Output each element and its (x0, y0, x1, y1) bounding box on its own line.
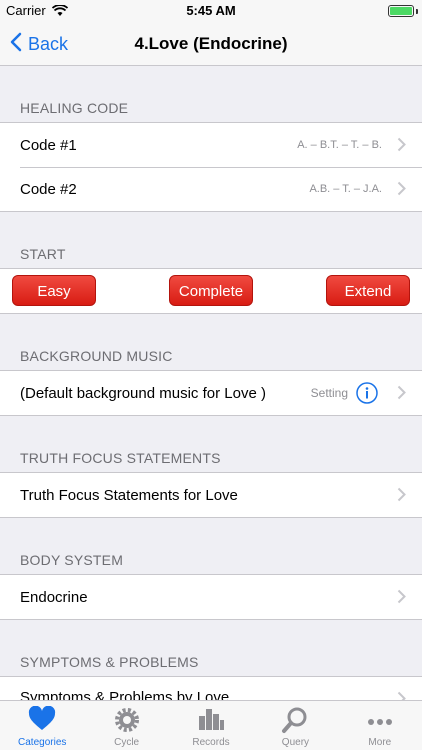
battery-icon (388, 5, 414, 17)
truth-focus-row[interactable]: Truth Focus Statements for Love (0, 473, 422, 517)
start-header: START (20, 246, 66, 262)
tab-label: Records (192, 737, 230, 748)
easy-button[interactable]: Easy (12, 275, 96, 306)
truth-focus-label: Truth Focus Statements for Love (20, 486, 238, 504)
setting-label: Setting (310, 386, 348, 400)
background-music-row[interactable]: (Default background music for Love ) Set… (0, 371, 422, 415)
code-1-detail: A. – B.T. – T. – B. (297, 139, 382, 151)
gear-icon (113, 706, 141, 739)
start-buttons-row: Easy Complete Extend (0, 269, 422, 313)
status-time: 5:45 AM (186, 3, 236, 18)
chevron-right-icon (397, 487, 406, 507)
tab-categories[interactable]: Categories (0, 701, 84, 750)
info-icon[interactable] (356, 382, 378, 409)
background-music-group: (Default background music for Love ) Set… (0, 370, 422, 416)
symptoms-group: Symptoms & Problems by Love (0, 676, 422, 700)
symptoms-row[interactable]: Symptoms & Problems by Love (0, 677, 422, 700)
code-1-label: Code #1 (20, 136, 77, 154)
code-2-label: Code #2 (20, 180, 77, 198)
healing-code-group: Code #1 A. – B.T. – T. – B. Code #2 A.B.… (0, 122, 422, 212)
tab-more[interactable]: More (338, 701, 422, 750)
more-icon (367, 713, 393, 731)
tab-bar: Categories Cycle Records Query More (0, 700, 422, 750)
heart-icon (28, 705, 56, 737)
healing-code-header: HEALING CODE (20, 100, 129, 116)
code-1-row[interactable]: Code #1 A. – B.T. – T. – B. (0, 123, 422, 167)
body-system-header: BODY SYSTEM (20, 552, 124, 568)
truth-focus-group: Truth Focus Statements for Love (0, 472, 422, 518)
body-system-group: Endocrine (0, 574, 422, 620)
tab-label: Categories (18, 737, 67, 748)
chevron-right-icon (397, 385, 406, 405)
tab-label: Cycle (114, 737, 140, 748)
chevron-right-icon (397, 181, 406, 201)
tab-query[interactable]: Query (253, 701, 337, 750)
extend-button[interactable]: Extend (326, 275, 410, 306)
tab-records[interactable]: Records (169, 701, 253, 750)
search-icon (281, 706, 309, 739)
tab-label: Query (281, 737, 310, 748)
background-music-label: (Default background music for Love ) (20, 384, 266, 402)
chevron-right-icon (397, 137, 406, 157)
symptoms-label: Symptoms & Problems by Love (20, 689, 230, 700)
chevron-right-icon (397, 589, 406, 609)
battery-tip (416, 9, 418, 14)
tab-label: More (368, 737, 392, 748)
status-bar: Carrier 5:45 AM (0, 0, 422, 22)
body-system-label: Endocrine (20, 588, 88, 606)
chevron-right-icon (397, 691, 406, 700)
symptoms-header: SYMPTOMS & PROBLEMS (20, 654, 199, 670)
bar-chart-icon (197, 706, 225, 737)
page-title: 4.Love (Endocrine) (134, 34, 288, 53)
tab-cycle[interactable]: Cycle (84, 701, 168, 750)
navigation-bar: Back 4.Love (Endocrine) (0, 22, 422, 66)
code-2-row[interactable]: Code #2 A.B. – T. – J.A. (0, 167, 422, 211)
body-system-row[interactable]: Endocrine (0, 575, 422, 619)
background-music-header: BACKGROUND MUSIC (20, 348, 173, 364)
complete-button[interactable]: Complete (169, 275, 253, 306)
truth-focus-header: TRUTH FOCUS STATEMENTS (20, 450, 221, 466)
code-2-detail: A.B. – T. – J.A. (309, 183, 382, 195)
start-group: Easy Complete Extend (0, 268, 422, 314)
